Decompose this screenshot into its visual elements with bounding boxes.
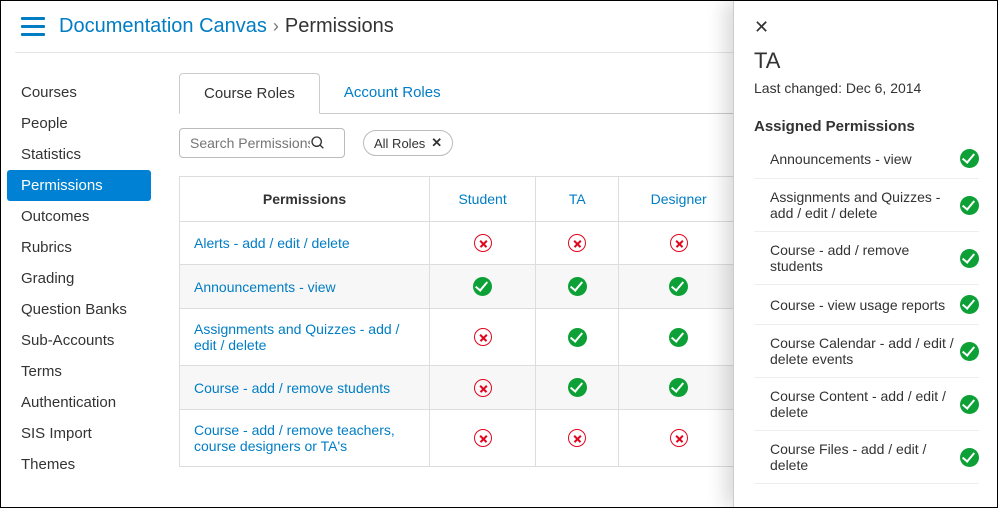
permission-link[interactable]: Alerts - add / edit / delete — [194, 235, 350, 251]
allow-icon[interactable] — [568, 378, 587, 397]
panel-title: TA — [754, 48, 979, 74]
allow-icon[interactable] — [568, 328, 587, 347]
assigned-permission-row[interactable]: Course Files - add / edit / delete — [754, 431, 979, 484]
permission-link[interactable]: Assignments and Quizzes - add / edit / d… — [194, 321, 399, 353]
permission-link[interactable]: Announcements - view — [194, 279, 336, 295]
assigned-permission-label: Course - view usage reports — [770, 297, 960, 313]
allow-icon — [960, 249, 979, 268]
allow-icon[interactable] — [669, 378, 688, 397]
allow-icon[interactable] — [568, 277, 587, 296]
sidebar-item-sis-import[interactable]: SIS Import — [1, 418, 163, 449]
hamburger-menu[interactable] — [21, 17, 45, 36]
allow-icon — [960, 196, 979, 215]
assigned-permission-row[interactable]: Course - view usage reports — [754, 285, 979, 325]
close-icon[interactable]: ✕ — [431, 135, 442, 151]
assigned-permission-label: Course Files - add / edit / delete — [770, 441, 960, 473]
allow-icon — [960, 149, 979, 168]
breadcrumb-separator: › — [273, 16, 279, 37]
assigned-permission-label: Course Calendar - add / edit / delete ev… — [770, 335, 960, 367]
search-permissions[interactable] — [179, 128, 345, 158]
deny-icon[interactable] — [474, 234, 492, 252]
assigned-permission-row[interactable]: Course Content - add / edit / delete — [754, 378, 979, 431]
column-header-ta[interactable]: TA — [536, 177, 619, 222]
sidebar-item-authentication[interactable]: Authentication — [1, 387, 163, 418]
permissions-table: Permissions Student TA Designer Alerts -… — [179, 176, 739, 467]
assigned-permission-row[interactable]: Assignments and Quizzes - add / edit / d… — [754, 179, 979, 232]
breadcrumb-root[interactable]: Documentation Canvas — [59, 15, 267, 38]
deny-icon[interactable] — [568, 234, 586, 252]
deny-icon[interactable] — [670, 429, 688, 447]
tab-course-roles[interactable]: Course Roles — [179, 73, 320, 114]
details-panel: ✕ TA Last changed: Dec 6, 2014 Assigned … — [733, 1, 997, 507]
permission-link[interactable]: Course - add / remove teachers, course d… — [194, 422, 395, 454]
allow-icon — [960, 295, 979, 314]
deny-icon[interactable] — [568, 429, 586, 447]
role-filter-pill[interactable]: All Roles ✕ — [363, 130, 453, 156]
search-input[interactable] — [190, 135, 310, 151]
deny-icon[interactable] — [474, 429, 492, 447]
role-filter-label: All Roles — [374, 136, 425, 151]
assigned-permission-label: Course Content - add / edit / delete — [770, 388, 960, 420]
tab-account-roles[interactable]: Account Roles — [320, 73, 465, 113]
allow-icon — [960, 395, 979, 414]
close-panel-button[interactable]: ✕ — [754, 17, 979, 38]
sidebar-item-themes[interactable]: Themes — [1, 449, 163, 480]
sidebar-item-permissions[interactable]: Permissions — [7, 170, 151, 201]
deny-icon[interactable] — [474, 379, 492, 397]
assigned-permission-label: Course - add / remove students — [770, 242, 960, 274]
sidebar-item-people[interactable]: People — [1, 108, 163, 139]
sidebar-item-outcomes[interactable]: Outcomes — [1, 201, 163, 232]
allow-icon — [960, 448, 979, 467]
allow-icon[interactable] — [669, 277, 688, 296]
column-header-student[interactable]: Student — [430, 177, 536, 222]
column-header-designer[interactable]: Designer — [619, 177, 739, 222]
sidebar-item-rubrics[interactable]: Rubrics — [1, 232, 163, 263]
allow-icon[interactable] — [473, 277, 492, 296]
assigned-permission-row[interactable]: Course - add / remove students — [754, 232, 979, 285]
allow-icon[interactable] — [669, 328, 688, 347]
sidebar-item-grading[interactable]: Grading — [1, 263, 163, 294]
assigned-permission-label: Assignments and Quizzes - add / edit / d… — [770, 189, 960, 221]
search-icon — [310, 135, 326, 151]
assigned-permission-row[interactable]: Announcements - view — [754, 139, 979, 179]
sidebar-item-sub-accounts[interactable]: Sub-Accounts — [1, 325, 163, 356]
sidebar-item-statistics[interactable]: Statistics — [1, 139, 163, 170]
permission-link[interactable]: Course - add / remove students — [194, 380, 390, 396]
sidebar-item-terms[interactable]: Terms — [1, 356, 163, 387]
panel-last-changed: Last changed: Dec 6, 2014 — [754, 80, 979, 96]
sidebar-item-courses[interactable]: Courses — [1, 77, 163, 108]
sidebar: Courses People Statistics Permissions Ou… — [1, 53, 163, 501]
allow-icon — [960, 342, 979, 361]
deny-icon[interactable] — [670, 234, 688, 252]
column-header-permissions: Permissions — [180, 177, 430, 222]
assigned-permission-label: Announcements - view — [770, 151, 960, 167]
assigned-permission-row[interactable]: Course Calendar - add / edit / delete ev… — [754, 325, 979, 378]
panel-section-heading: Assigned Permissions — [754, 118, 979, 135]
breadcrumb-current: Permissions — [285, 15, 394, 38]
deny-icon[interactable] — [474, 328, 492, 346]
sidebar-item-question-banks[interactable]: Question Banks — [1, 294, 163, 325]
